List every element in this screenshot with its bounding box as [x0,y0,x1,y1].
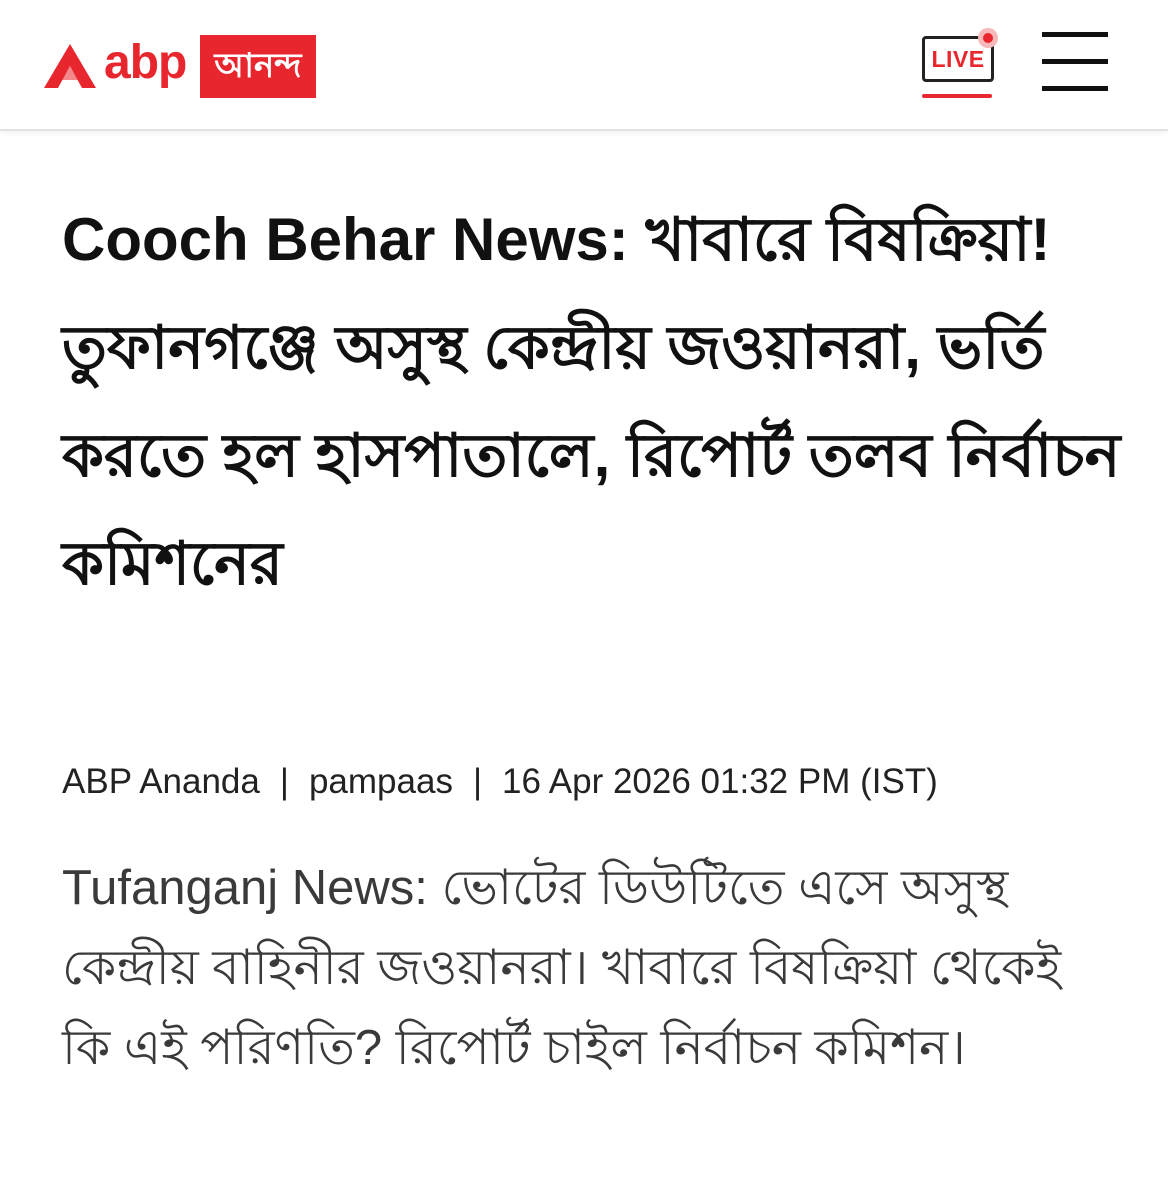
meta-separator: | [472,762,483,801]
article-headline: Cooch Behar News: খাবারে বিষক্রিয়া! তুফ… [62,206,1121,597]
article-summary: Tufanganj News: ভোটের ডিউটিতে এসে অসুস্থ… [62,861,1062,1075]
abp-ananda-logo[interactable]: abp আনন্দ [44,34,316,98]
abp-triangle-logo-icon [44,44,96,88]
article-timestamp: 16 Apr 2026 01:32 PM (IST) [502,762,938,801]
logo-abp-text: abp [104,36,187,89]
menu-bar-middle [1042,59,1108,64]
logo-ananda-text: আনন্দ [200,34,316,98]
hamburger-menu-icon[interactable] [1042,32,1110,94]
live-label: LIVE [931,45,985,72]
article-author[interactable]: pampaas [309,762,453,801]
article-meta: ABP Ananda | pampaas | 16 Apr 2026 01:32 PM … [62,760,938,804]
menu-bar-top [1042,32,1108,37]
live-indicator-dot [978,28,998,48]
article-source[interactable]: ABP Ananda [62,762,260,801]
site-header: abp আনন্দ LIVE [0,0,1168,131]
live-underline [922,94,992,98]
meta-separator: | [279,762,289,801]
live-tv-button[interactable]: LIVE [920,28,1000,102]
menu-bar-bottom [1042,86,1108,91]
